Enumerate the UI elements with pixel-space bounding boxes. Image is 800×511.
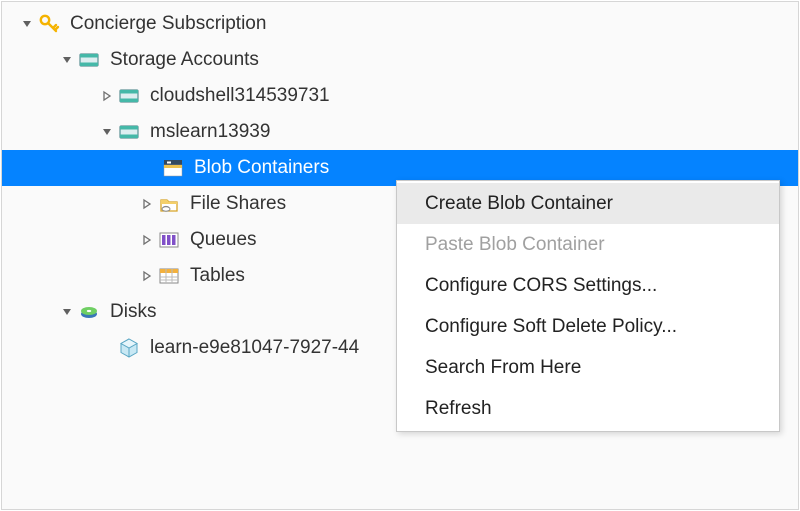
tree-row-storage-accounts[interactable]: Storage Accounts: [2, 42, 798, 78]
menu-item-label: Configure CORS Settings...: [425, 275, 657, 297]
explorer-panel: Concierge Subscription Storage Accounts: [1, 1, 799, 510]
tree-label: Queues: [190, 229, 257, 251]
tree-row-subscription[interactable]: Concierge Subscription: [2, 6, 798, 42]
tree-label: Disks: [110, 301, 156, 323]
tree-label: Storage Accounts: [110, 49, 259, 71]
menu-item-label: Refresh: [425, 398, 492, 420]
storage-account-icon: [78, 49, 100, 71]
chevron-down-icon[interactable]: [20, 17, 34, 31]
menu-item-configure-cors[interactable]: Configure CORS Settings...: [397, 265, 779, 306]
menu-item-create-blob-container[interactable]: Create Blob Container: [397, 183, 779, 224]
storage-account-icon: [118, 85, 140, 107]
menu-item-paste-blob-container: Paste Blob Container: [397, 224, 779, 265]
chevron-right-icon[interactable]: [100, 89, 114, 103]
tree-label: Tables: [190, 265, 245, 287]
tree-row-account-mslearn[interactable]: mslearn13939: [2, 114, 798, 150]
chevron-down-icon[interactable]: [100, 125, 114, 139]
queues-icon: [158, 229, 180, 251]
chevron-down-icon[interactable]: [60, 305, 74, 319]
key-icon: [38, 13, 60, 35]
disks-icon: [78, 301, 100, 323]
chevron-right-icon[interactable]: [140, 233, 154, 247]
disk-icon: [118, 337, 140, 359]
menu-item-label: Create Blob Container: [425, 193, 613, 215]
tree-label: Blob Containers: [194, 157, 329, 179]
storage-account-icon: [118, 121, 140, 143]
menu-item-search-from-here[interactable]: Search From Here: [397, 347, 779, 388]
chevron-right-icon[interactable]: [140, 269, 154, 283]
tree-row-account-cloudshell[interactable]: cloudshell314539731: [2, 78, 798, 114]
menu-item-refresh[interactable]: Refresh: [397, 388, 779, 429]
menu-item-configure-soft-delete[interactable]: Configure Soft Delete Policy...: [397, 306, 779, 347]
menu-item-label: Paste Blob Container: [425, 234, 605, 256]
tree-label: File Shares: [190, 193, 286, 215]
blob-container-icon: [162, 157, 184, 179]
tree-label: learn-e9e81047-7927-44: [150, 337, 359, 359]
chevron-right-icon[interactable]: [140, 197, 154, 211]
context-menu: Create Blob Container Paste Blob Contain…: [396, 180, 780, 432]
tree-label: cloudshell314539731: [150, 85, 330, 107]
tree-label: Concierge Subscription: [70, 13, 266, 35]
file-shares-icon: [158, 193, 180, 215]
menu-item-label: Configure Soft Delete Policy...: [425, 316, 677, 338]
tree-label: mslearn13939: [150, 121, 270, 143]
tables-icon: [158, 265, 180, 287]
menu-item-label: Search From Here: [425, 357, 581, 379]
chevron-down-icon[interactable]: [60, 53, 74, 67]
